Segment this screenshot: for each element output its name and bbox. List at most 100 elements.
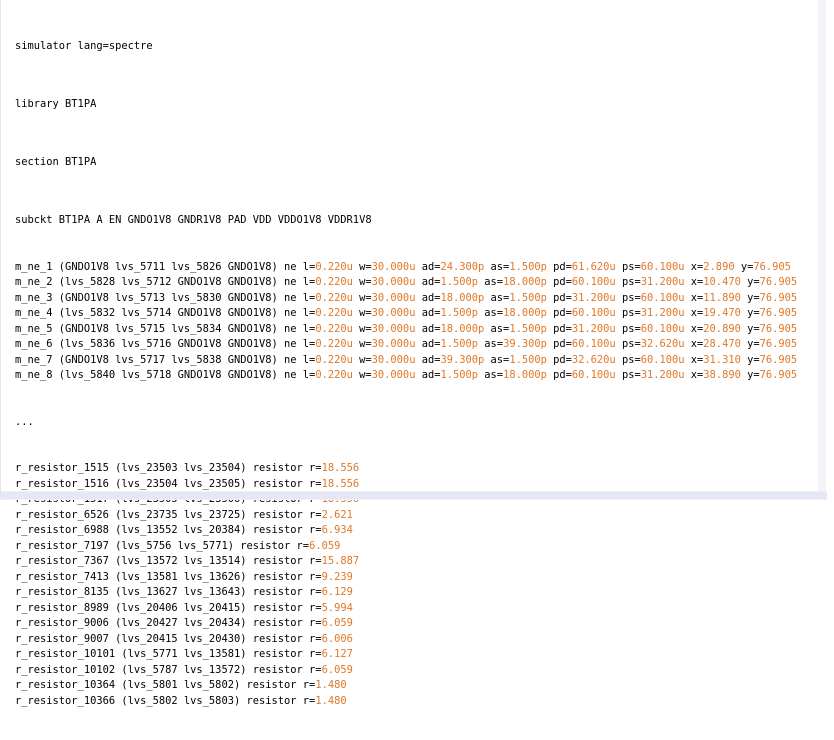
resistor-model: resistor bbox=[246, 601, 303, 614]
transistor-model: ne bbox=[277, 369, 297, 381]
resistor-model: resistor bbox=[246, 617, 303, 629]
param-as-key: as= bbox=[484, 353, 510, 366]
param-r-key: r= bbox=[302, 555, 322, 567]
param-l-key: l= bbox=[296, 260, 316, 273]
param-r-key: r= bbox=[302, 617, 322, 629]
param-pd-value: 60.100u bbox=[571, 369, 616, 381]
param-as-value: 1.500p bbox=[509, 322, 547, 335]
param-x-key: x= bbox=[684, 307, 704, 319]
param-x-key: x= bbox=[684, 276, 704, 288]
param-x-value: 19.470 bbox=[703, 307, 741, 319]
transistor-name: m_ne_1 bbox=[15, 260, 53, 273]
param-as-value: 1.500p bbox=[509, 291, 547, 304]
param-ps-key: ps= bbox=[615, 369, 641, 381]
transistor-line: m_ne_4 (lvs_5832 lvs_5714 GNDO1V8 GNDO1V… bbox=[15, 306, 826, 322]
horizontal-scrollbar-thumb[interactable] bbox=[1, 492, 827, 499]
param-w-key: w= bbox=[352, 338, 372, 350]
param-x-value: 31.310 bbox=[703, 353, 741, 366]
param-r-key: r= bbox=[302, 570, 322, 583]
resistor-name: r_resistor_8135 bbox=[15, 586, 109, 598]
param-y-value: 76.905 bbox=[753, 260, 791, 273]
transistor-line: m_ne_2 (lvs_5828 lvs_5712 GNDO1V8 GNDO1V… bbox=[15, 275, 826, 291]
param-as-key: as= bbox=[484, 291, 510, 304]
param-ps-value: 60.100u bbox=[640, 322, 685, 335]
param-ps-value: 60.100u bbox=[640, 260, 685, 273]
param-y-value: 76.905 bbox=[759, 353, 798, 366]
param-w-value: 30.000u bbox=[371, 307, 416, 319]
transistor-line: m_ne_6 (lvs_5836 lvs_5716 GNDO1V8 GNDO1V… bbox=[15, 337, 826, 353]
param-l-value: 0.220u bbox=[315, 291, 353, 304]
resistor-nets: (lvs_5771 lvs_13581) bbox=[115, 648, 247, 660]
param-r-value: 6.059 bbox=[309, 539, 341, 552]
resistor-line: r_resistor_1515 (lvs_23503 lvs_23504) re… bbox=[15, 461, 826, 477]
param-w-key: w= bbox=[352, 291, 372, 304]
param-r-key: r= bbox=[296, 694, 316, 707]
resistor-nets: (lvs_5756 lvs_5771) bbox=[108, 539, 234, 552]
param-w-value: 30.000u bbox=[371, 291, 416, 304]
horizontal-scrollbar[interactable] bbox=[1, 491, 827, 500]
param-r-value: 6.129 bbox=[321, 586, 353, 598]
resistor-model: resistor bbox=[233, 539, 291, 552]
param-ad-key: ad= bbox=[415, 276, 441, 288]
resistor-name: r_resistor_7367 bbox=[15, 555, 109, 567]
param-as-key: as= bbox=[478, 338, 504, 350]
param-y-value: 76.905 bbox=[759, 276, 798, 288]
param-as-key: as= bbox=[478, 276, 504, 288]
param-y-value: 76.905 bbox=[759, 338, 798, 350]
param-ad-value: 24.300p bbox=[440, 260, 485, 273]
resistor-model: resistor bbox=[246, 632, 303, 645]
transistor-model: ne bbox=[277, 353, 297, 366]
param-y-key: y= bbox=[740, 353, 760, 366]
resistor-line: r_resistor_10102 (lvs_5787 lvs_13572) re… bbox=[15, 663, 826, 679]
param-ps-key: ps= bbox=[615, 338, 641, 350]
param-as-key: as= bbox=[484, 260, 510, 273]
param-ps-key: ps= bbox=[615, 307, 641, 319]
param-y-key: y= bbox=[734, 260, 754, 273]
transistor-model: ne bbox=[277, 276, 297, 288]
resistor-model: resistor bbox=[246, 524, 303, 536]
param-w-value: 30.000u bbox=[371, 353, 416, 366]
param-x-value: 2.890 bbox=[703, 260, 735, 273]
resistor-nets: (lvs_13581 lvs_13626) bbox=[108, 570, 247, 583]
param-ad-value: 1.500p bbox=[440, 276, 479, 288]
transistor-line: m_ne_3 (GNDO1V8 lvs_5713 lvs_5830 GNDO1V… bbox=[15, 291, 826, 307]
param-r-key: r= bbox=[302, 462, 322, 474]
resistor-nets: (lvs_20427 lvs_20434) bbox=[108, 617, 247, 629]
param-l-key: l= bbox=[296, 307, 316, 319]
resistor-model: resistor bbox=[240, 679, 297, 691]
param-ad-value: 18.000p bbox=[440, 291, 485, 304]
resistor-name: r_resistor_6988 bbox=[15, 524, 109, 536]
vertical-scrollbar[interactable] bbox=[818, 0, 826, 500]
resistor-line: r_resistor_7367 (lvs_13572 lvs_13514) re… bbox=[15, 554, 826, 570]
param-r-key: r= bbox=[302, 508, 322, 521]
param-ad-key: ad= bbox=[415, 307, 441, 319]
param-w-value: 30.000u bbox=[371, 276, 416, 288]
resistor-name: r_resistor_6526 bbox=[15, 508, 109, 521]
resistor-nets: (lvs_13627 lvs_13643) bbox=[108, 586, 247, 598]
resistor-name: r_resistor_1516 bbox=[15, 477, 109, 490]
param-ps-value: 60.100u bbox=[640, 291, 685, 304]
resistor-name: r_resistor_7197 bbox=[15, 539, 109, 552]
param-x-value: 10.470 bbox=[703, 276, 741, 288]
transistor-line: m_ne_7 (GNDO1V8 lvs_5717 lvs_5838 GNDO1V… bbox=[15, 353, 826, 369]
param-x-key: x= bbox=[684, 338, 704, 350]
param-as-key: as= bbox=[478, 307, 504, 319]
param-y-value: 76.905 bbox=[759, 307, 798, 319]
resistor-name: r_resistor_10101 bbox=[15, 648, 116, 660]
param-w-key: w= bbox=[352, 322, 372, 335]
transistor-model: ne bbox=[277, 307, 297, 319]
code-editor[interactable]: simulator lang=spectre library BT1PA sec… bbox=[0, 0, 827, 707]
param-ps-key: ps= bbox=[615, 260, 641, 273]
resistor-model: resistor bbox=[246, 570, 303, 583]
param-l-value: 0.220u bbox=[315, 353, 353, 366]
param-pd-key: pd= bbox=[546, 276, 572, 288]
param-r-key: r= bbox=[302, 663, 322, 676]
resistor-line: r_resistor_10364 (lvs_5801 lvs_5802) res… bbox=[15, 678, 826, 694]
param-as-key: as= bbox=[478, 369, 504, 381]
param-ad-key: ad= bbox=[415, 260, 441, 273]
resistor-model: resistor bbox=[246, 477, 303, 490]
resistor-nets: (lvs_23735 lvs_23725) bbox=[108, 508, 247, 521]
param-x-value: 28.470 bbox=[703, 338, 741, 350]
param-y-value: 76.905 bbox=[759, 369, 798, 381]
param-r-key: r= bbox=[302, 632, 322, 645]
